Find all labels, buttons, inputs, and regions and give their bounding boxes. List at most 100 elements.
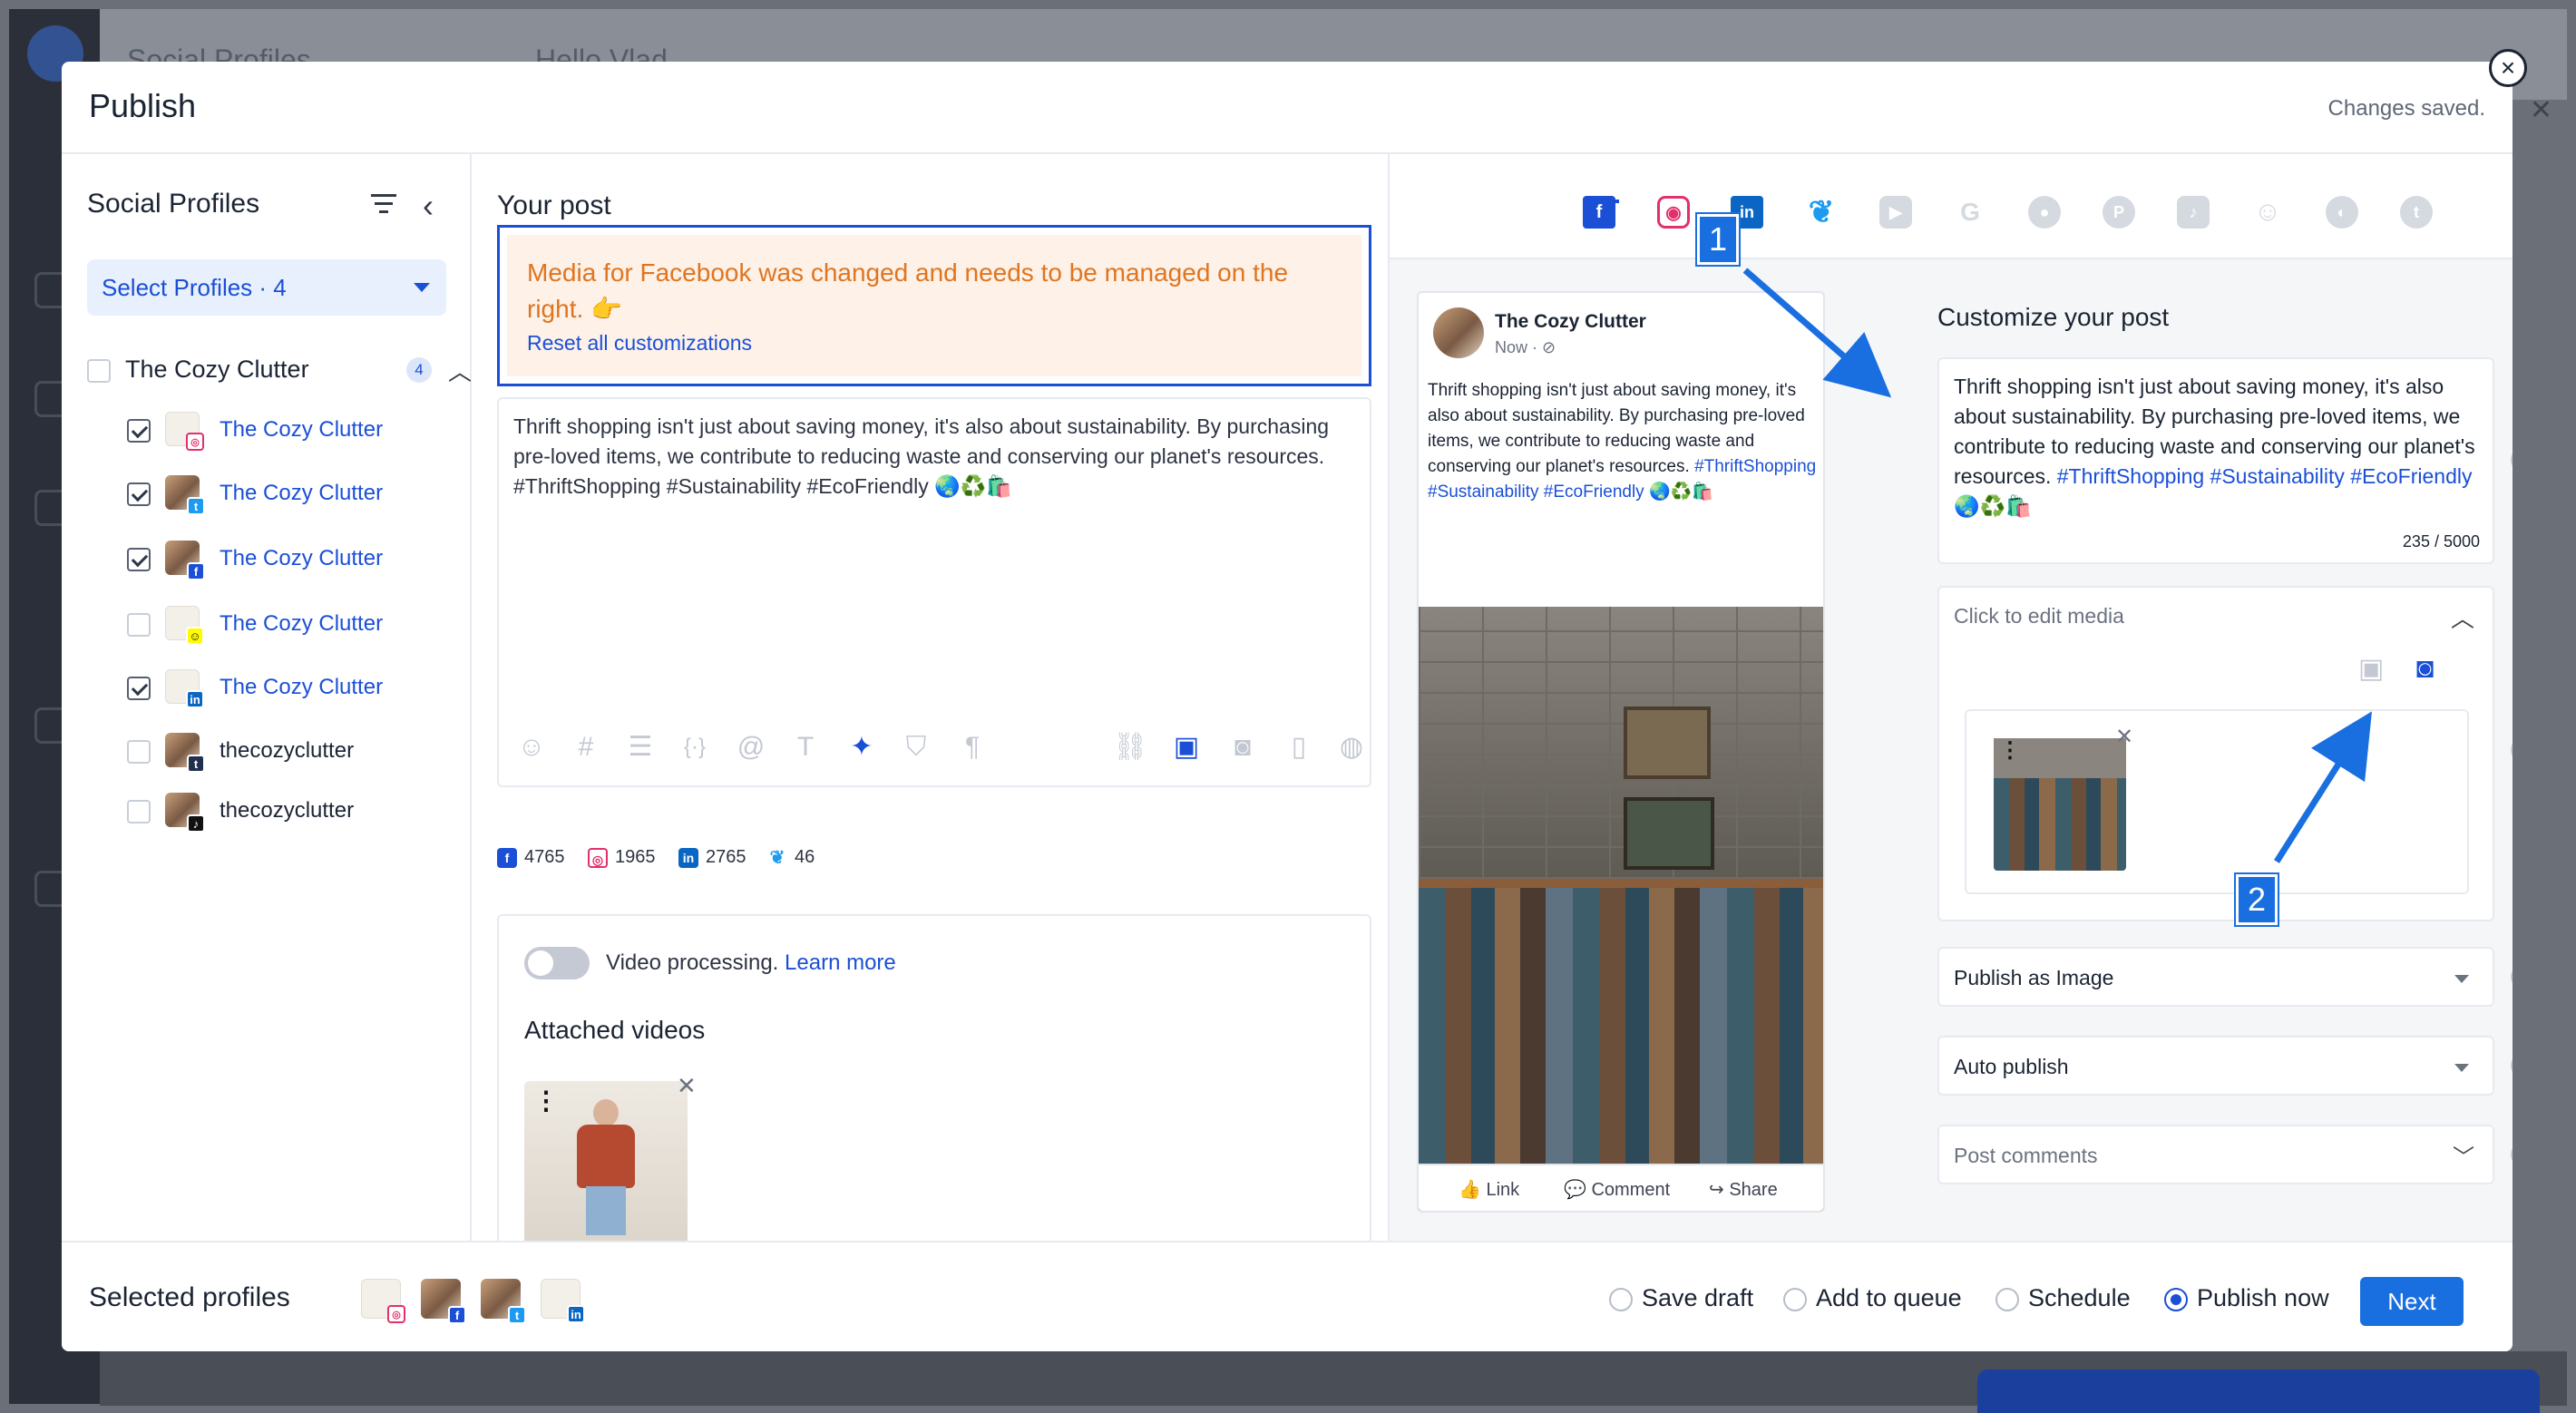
info-icon[interactable]: i xyxy=(2511,1054,2513,1077)
profile-row-snapchat[interactable]: ☺ The Cozy Clutter xyxy=(127,606,454,646)
schedule-label[interactable]: Schedule xyxy=(2028,1284,2131,1312)
text-block-icon[interactable]: ☰ xyxy=(622,729,659,765)
video-icon[interactable]: ▣ xyxy=(2358,653,2384,685)
add-to-queue-radio[interactable] xyxy=(1783,1288,1807,1311)
custom-text-editor[interactable]: Thrift shopping isn't just about saving … xyxy=(1937,357,2494,564)
avatar[interactable]: f xyxy=(421,1279,466,1324)
variables-icon[interactable]: {·} xyxy=(677,729,713,765)
remove-media-icon[interactable]: ✕ xyxy=(2115,724,2133,750)
publish-now-label[interactable]: Publish now xyxy=(2197,1284,2329,1312)
video-icon[interactable]: ▣ xyxy=(1168,729,1205,765)
link-icon[interactable]: ⛓ xyxy=(1112,729,1148,765)
info-icon[interactable]: i xyxy=(2511,1143,2513,1166)
close-modal-button[interactable]: × xyxy=(2489,49,2527,87)
network-tabs: f ◉ in ❦ ▶ G ● P ♪ ☺ ◐ t xyxy=(1390,154,2513,259)
clothing-rail xyxy=(1419,879,1823,888)
magic-wand-icon[interactable]: ✦ xyxy=(844,729,880,765)
post-text[interactable]: Thrift shopping isn't just about saving … xyxy=(513,412,1357,502)
publish-as-select[interactable]: Publish as Image xyxy=(1937,947,2494,1007)
tab-google-icon[interactable]: G xyxy=(1954,196,1986,229)
profile-checkbox[interactable] xyxy=(127,677,151,700)
schedule-radio[interactable] xyxy=(1995,1288,2019,1311)
avatar[interactable]: ◎ xyxy=(361,1279,405,1323)
info-icon[interactable]: i xyxy=(2511,965,2513,989)
profile-row-facebook[interactable]: f The Cozy Clutter xyxy=(127,541,454,580)
profile-row-tiktok[interactable]: ♪ thecozyclutter xyxy=(127,793,454,833)
profile-row-twitter[interactable]: t The Cozy Clutter xyxy=(127,475,454,515)
profile-group[interactable]: The Cozy Clutter 4 ︿ xyxy=(87,354,472,390)
emoji-icon[interactable]: ☺ xyxy=(513,729,550,765)
filter-icon[interactable] xyxy=(370,194,397,218)
count-linkedin: in 2765 xyxy=(678,847,746,874)
linkedin-icon: in xyxy=(567,1305,585,1323)
comment-action: 💬 Comment xyxy=(1564,1180,1671,1200)
auto-publish-select[interactable]: Auto publish xyxy=(1937,1036,2494,1096)
camera-icon[interactable]: ◙ xyxy=(1225,729,1261,765)
edit-media-label[interactable]: Click to edit media xyxy=(1954,604,2124,629)
collapse-panel-icon[interactable]: ‹ xyxy=(423,187,434,225)
avatar[interactable]: in xyxy=(541,1279,585,1323)
selected-profiles-label: Selected profiles xyxy=(89,1282,290,1312)
tab-youtube-icon[interactable]: ▶ xyxy=(1879,196,1912,229)
count-value: 4765 xyxy=(524,847,565,867)
media-drop-area[interactable]: ⋮ ✕ xyxy=(1965,709,2469,894)
more-options-icon[interactable]: ⋮ xyxy=(533,1088,559,1114)
info-icon[interactable]: i xyxy=(2511,738,2513,762)
tab-tiktok-icon[interactable]: ♪ xyxy=(2177,196,2210,229)
profile-checkbox[interactable] xyxy=(127,613,151,637)
camera-icon[interactable]: ◙ xyxy=(2416,651,2434,685)
group-checkbox[interactable] xyxy=(87,359,111,383)
avatar[interactable]: t xyxy=(481,1279,526,1324)
alert-message: Media for Facebook was changed and needs… xyxy=(527,258,1289,323)
save-draft-radio[interactable] xyxy=(1609,1288,1633,1311)
tab-instagram-icon[interactable]: ◉ xyxy=(1657,196,1690,229)
canva-icon[interactable]: ◍ xyxy=(1333,729,1370,765)
profile-checkbox[interactable] xyxy=(127,740,151,764)
custom-post-text[interactable]: Thrift shopping isn't just about saving … xyxy=(1954,372,2483,521)
publish-now-radio[interactable] xyxy=(2164,1288,2188,1311)
profile-checkbox[interactable] xyxy=(127,800,151,823)
shield-icon[interactable]: ⛉ xyxy=(898,729,934,765)
profile-checkbox[interactable] xyxy=(127,482,151,506)
post-comments-select[interactable]: Post comments ﹀ xyxy=(1937,1125,2494,1184)
tab-twitter-icon[interactable]: ❦ xyxy=(1805,195,1838,229)
add-to-queue-label[interactable]: Add to queue xyxy=(1816,1284,1962,1312)
learn-more-link[interactable]: Learn more xyxy=(785,950,896,975)
picture-frame xyxy=(1624,706,1711,779)
tab-threads-icon[interactable]: ◐ xyxy=(2326,196,2358,229)
profile-checkbox[interactable] xyxy=(127,548,151,571)
tab-snapchat-icon[interactable]: ☺ xyxy=(2251,196,2284,229)
instagram-icon: ◎ xyxy=(588,847,608,868)
tab-pinterest-icon[interactable]: P xyxy=(2103,196,2135,229)
selected-profile-avatars: ◎ f t in xyxy=(361,1279,633,1324)
select-profiles-dropdown[interactable]: Select Profiles · 4 xyxy=(87,259,446,316)
reset-customizations-link[interactable]: Reset all customizations xyxy=(527,331,752,356)
hashtag-icon[interactable]: # xyxy=(568,729,604,765)
profile-row-linkedin[interactable]: in The Cozy Clutter xyxy=(127,669,454,709)
auto-publish-value: Auto publish xyxy=(1954,1055,2069,1078)
profile-row-tumblr[interactable]: t thecozyclutter xyxy=(127,733,454,773)
mention-icon[interactable]: @ xyxy=(733,729,769,765)
chevron-up-icon[interactable]: ︿ xyxy=(2451,600,2474,634)
remove-video-icon[interactable]: ✕ xyxy=(677,1072,697,1100)
document-icon[interactable]: ▯ xyxy=(1281,729,1317,765)
video-thumbnail[interactable]: ⋮ xyxy=(524,1081,688,1244)
tab-tumblr-icon[interactable]: t xyxy=(2400,196,2433,229)
modal-title: Publish xyxy=(89,87,197,124)
post-text-editor[interactable]: Thrift shopping isn't just about saving … xyxy=(497,397,1371,787)
picture-frame xyxy=(1624,797,1714,870)
comment-label: Comment xyxy=(1591,1180,1671,1200)
paragraph-icon[interactable]: ¶ xyxy=(954,729,990,765)
info-icon[interactable]: i xyxy=(2511,448,2513,472)
video-processing-toggle[interactable] xyxy=(524,947,590,979)
next-button[interactable]: Next xyxy=(2360,1277,2464,1326)
chevron-up-icon[interactable]: ︿ xyxy=(448,354,472,387)
profile-row-instagram[interactable]: ◎ The Cozy Clutter xyxy=(127,412,454,452)
tab-reddit-icon[interactable]: ● xyxy=(2028,196,2061,229)
more-options-icon[interactable]: ⋮ xyxy=(1999,740,2021,762)
count-facebook: f 4765 xyxy=(497,847,565,874)
text-format-icon[interactable]: T xyxy=(787,729,824,765)
save-draft-label[interactable]: Save draft xyxy=(1642,1284,1753,1312)
profile-name: The Cozy Clutter xyxy=(220,481,384,505)
profile-checkbox[interactable] xyxy=(127,419,151,443)
